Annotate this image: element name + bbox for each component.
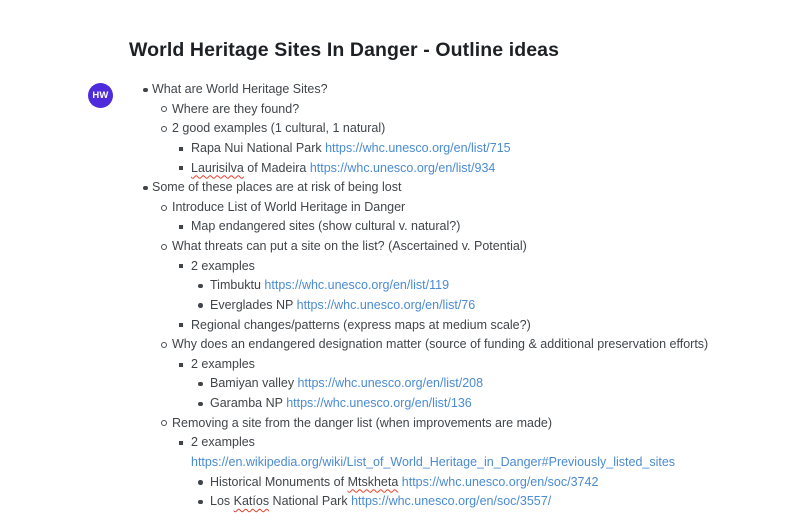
document-page: World Heritage Sites In Danger - Outline… bbox=[0, 0, 800, 530]
outline-item-text: Regional changes/patterns (express maps … bbox=[191, 317, 531, 332]
misspelled-word: Katíos bbox=[233, 494, 270, 509]
misspelled-word: Laurisilva bbox=[191, 160, 244, 175]
bullet-square-icon bbox=[179, 316, 183, 336]
bullet-square-icon bbox=[179, 257, 183, 277]
outline-item-text: 2 good examples (1 cultural, 1 natural) bbox=[172, 121, 386, 136]
outline-item: Some of these places are at risk of bein… bbox=[0, 178, 800, 198]
outline-list: What are World Heritage Sites? Where are… bbox=[0, 80, 800, 512]
bullet-disc-icon bbox=[198, 473, 203, 493]
bullet-disc-icon bbox=[198, 296, 203, 316]
unesco-link[interactable]: https://whc.unesco.org/en/list/76 bbox=[297, 298, 476, 312]
bullet-circle-icon bbox=[161, 414, 167, 434]
unesco-link[interactable]: https://whc.unesco.org/en/list/934 bbox=[310, 161, 496, 175]
outline-item-text: 2 examples bbox=[191, 435, 255, 450]
unesco-link[interactable]: https://whc.unesco.org/en/list/136 bbox=[286, 396, 472, 410]
outline-item-text: National Park bbox=[269, 494, 352, 509]
outline-item-text: What are World Heritage Sites? bbox=[152, 82, 328, 96]
bullet-disc-icon bbox=[198, 492, 203, 512]
misspelled-word: Mtskheta bbox=[347, 474, 399, 489]
outline-item: Everglades NP https://whc.unesco.org/en/… bbox=[0, 296, 800, 316]
bullet-square-icon bbox=[179, 159, 183, 179]
unesco-link[interactable]: https://whc.unesco.org/en/soc/3742 bbox=[402, 475, 599, 489]
outline-item: Removing a site from the danger list (wh… bbox=[0, 414, 800, 434]
outline-item-text: Map endangered sites (show cultural v. n… bbox=[191, 219, 461, 234]
unesco-link[interactable]: https://whc.unesco.org/en/list/208 bbox=[298, 376, 484, 390]
outline-item: Garamba NP https://whc.unesco.org/en/lis… bbox=[0, 394, 800, 414]
bullet-disc-icon bbox=[198, 276, 203, 296]
outline-item-text: Rapa Nui National Park bbox=[191, 140, 326, 155]
outline-item: What threats can put a site on the list?… bbox=[0, 237, 800, 257]
unesco-link[interactable]: https://whc.unesco.org/en/soc/3557/ bbox=[351, 494, 551, 508]
outline-item: 2 examples bbox=[0, 257, 800, 277]
outline-item-text: What threats can put a site on the list?… bbox=[172, 239, 527, 253]
bullet-circle-icon bbox=[161, 100, 167, 120]
bullet-circle-icon bbox=[161, 335, 167, 355]
bullet-circle-icon bbox=[161, 237, 167, 257]
outline-item-text: Everglades NP bbox=[210, 297, 297, 312]
bullet-disc-icon bbox=[198, 374, 203, 394]
bullet-disc-icon bbox=[143, 80, 148, 100]
unesco-link[interactable]: https://whc.unesco.org/en/list/119 bbox=[264, 278, 449, 292]
outline-item-text: Some of these places are at risk of bein… bbox=[152, 180, 402, 195]
outline-item-text: Garamba NP bbox=[210, 396, 287, 410]
outline-item: Timbuktu https://whc.unesco.org/en/list/… bbox=[0, 276, 800, 296]
outline-item: Why does an endangered designation matte… bbox=[0, 335, 800, 355]
outline-item-text: Where are they found? bbox=[172, 101, 300, 116]
bullet-square-icon bbox=[179, 355, 183, 375]
outline-item: 2 examples bbox=[0, 355, 800, 375]
bullet-square-icon bbox=[179, 139, 183, 159]
outline-item-text: 2 examples bbox=[191, 258, 255, 273]
outline-item: 2 good examples (1 cultural, 1 natural) bbox=[0, 119, 800, 139]
outline-item-text: of Madeira bbox=[243, 160, 310, 175]
outline-item: Rapa Nui National Park https://whc.unesc… bbox=[0, 139, 800, 159]
bullet-disc-icon bbox=[143, 178, 148, 198]
outline-item: Laurisilva of Madeira https://whc.unesco… bbox=[0, 159, 800, 179]
outline-item-text: Removing a site from the danger list (wh… bbox=[172, 415, 553, 430]
bullet-square-icon bbox=[179, 217, 183, 237]
outline-item: Bamiyan valley https://whc.unesco.org/en… bbox=[0, 374, 800, 394]
outline-item-text: Introduce List of World Heritage in Dang… bbox=[172, 199, 406, 214]
page-title: World Heritage Sites In Danger - Outline… bbox=[129, 39, 560, 62]
wikipedia-link[interactable]: https://en.wikipedia.org/wiki/List_of_Wo… bbox=[191, 455, 675, 469]
outline-item-text: Los bbox=[210, 494, 234, 509]
outline-item: Regional changes/patterns (express maps … bbox=[0, 316, 800, 336]
outline-item: 2 examples bbox=[0, 433, 800, 453]
unesco-link[interactable]: https://whc.unesco.org/en/list/715 bbox=[325, 141, 511, 155]
outline-item: Map endangered sites (show cultural v. n… bbox=[0, 217, 800, 237]
outline-item: Los Katíos National Park https://whc.une… bbox=[0, 492, 800, 512]
outline-item: Introduce List of World Heritage in Dang… bbox=[0, 198, 800, 218]
outline-item-text: 2 examples bbox=[191, 356, 255, 371]
bullet-circle-icon bbox=[161, 119, 167, 139]
outline-item: Historical Monuments of Mtskheta https:/… bbox=[0, 473, 800, 493]
bullet-circle-icon bbox=[161, 198, 167, 218]
bullet-disc-icon bbox=[198, 394, 203, 414]
outline-item: Where are they found? bbox=[0, 100, 800, 120]
outline-item-text: Timbuktu bbox=[210, 278, 265, 293]
outline-item-text: Historical Monuments of bbox=[210, 474, 348, 489]
outline-item-continuation: https://en.wikipedia.org/wiki/List_of_Wo… bbox=[0, 453, 800, 473]
outline-item-text: Why does an endangered designation matte… bbox=[172, 337, 709, 352]
outline-item-text: Bamiyan valley bbox=[210, 376, 298, 391]
bullet-square-icon bbox=[179, 433, 183, 453]
outline-item: What are World Heritage Sites? bbox=[0, 80, 800, 100]
